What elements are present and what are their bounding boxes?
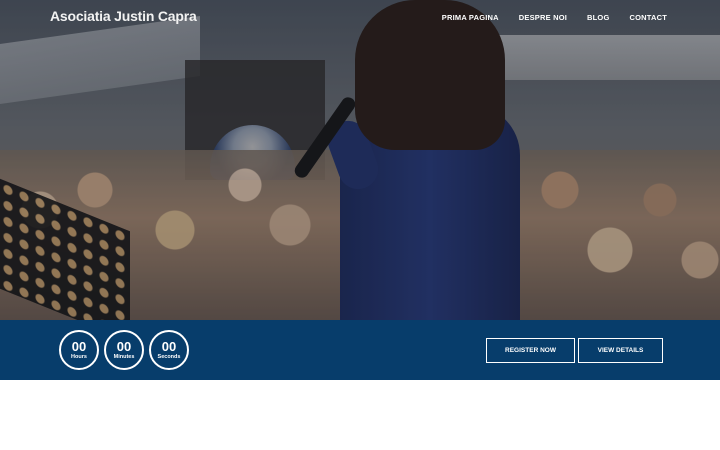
countdown-minutes: 00 Minutes bbox=[104, 330, 144, 370]
content-area bbox=[0, 380, 720, 450]
register-now-button[interactable]: REGISTER NOW bbox=[486, 338, 575, 363]
countdown-timer: 00 Hours 00 Minutes 00 Seconds bbox=[59, 330, 189, 370]
countdown-band: 00 Hours 00 Minutes 00 Seconds REGISTER … bbox=[0, 320, 720, 380]
countdown-seconds-value: 00 bbox=[161, 338, 177, 354]
countdown-hours-value: 00 bbox=[71, 338, 87, 354]
countdown-hours: 00 Hours bbox=[59, 330, 99, 370]
site-logo-text[interactable]: Asociatia Justin Capra bbox=[50, 8, 197, 24]
top-navigation-bar: Asociatia Justin Capra PRIMA PAGINA DESP… bbox=[0, 0, 720, 36]
view-details-button[interactable]: VIEW DETAILS bbox=[578, 338, 663, 363]
nav-item-prima-pagina[interactable]: PRIMA PAGINA bbox=[442, 13, 499, 22]
nav-item-despre-noi[interactable]: DESPRE NOI bbox=[519, 13, 567, 22]
countdown-minutes-label: Minutes bbox=[113, 353, 135, 360]
countdown-seconds-label: Seconds bbox=[157, 353, 181, 360]
nav-item-contact[interactable]: CONTACT bbox=[629, 13, 667, 22]
hero-banner bbox=[0, 0, 720, 320]
nav-item-blog[interactable]: BLOG bbox=[587, 13, 609, 22]
main-nav: PRIMA PAGINA DESPRE NOI BLOG CONTACT bbox=[442, 13, 667, 22]
countdown-minutes-value: 00 bbox=[116, 338, 132, 354]
countdown-seconds: 00 Seconds bbox=[149, 330, 189, 370]
hero-overlay bbox=[0, 0, 720, 320]
countdown-hours-label: Hours bbox=[71, 353, 87, 360]
